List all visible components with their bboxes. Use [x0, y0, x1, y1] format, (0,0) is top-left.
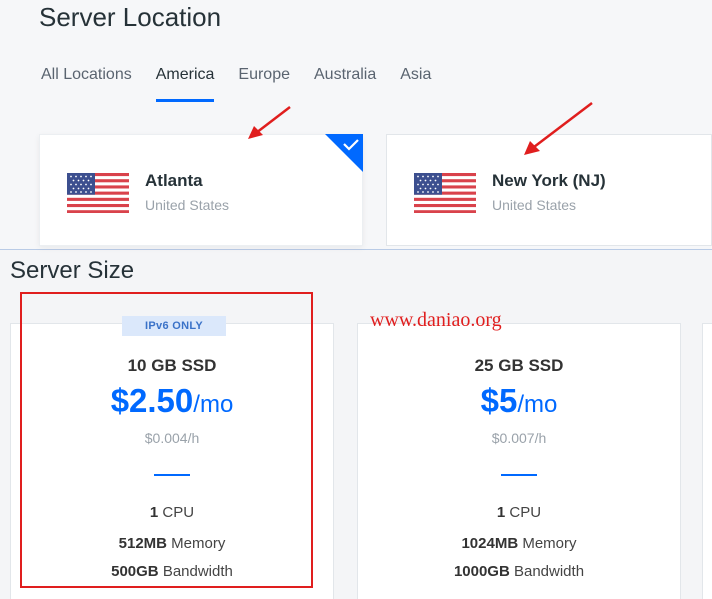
location-country: United States: [492, 197, 577, 213]
watermark-text: www.daniao.org: [370, 309, 502, 331]
plan-memory: 1024MB Memory: [358, 535, 680, 552]
cpu-label: CPU: [509, 504, 542, 521]
location-country: United States: [145, 197, 230, 213]
selected-check-icon: [325, 134, 363, 172]
plan-price: $5/mo: [358, 382, 680, 420]
memory-value: 1024MB: [461, 535, 519, 552]
plan-bandwidth: 1000GB Bandwidth: [358, 563, 680, 580]
tab-america[interactable]: America: [155, 66, 214, 102]
plan-hourly-price: $0.007/h: [491, 430, 547, 446]
tab-all-locations[interactable]: All Locations: [41, 66, 132, 102]
bandwidth-label: Bandwidth: [513, 563, 585, 580]
us-flag-icon: [414, 173, 476, 213]
server-location-panel: Server Location All Locations America Eu…: [0, 0, 712, 250]
location-name: New York (NJ): [492, 171, 606, 190]
location-tabs: All Locations America Europe Australia A…: [41, 66, 455, 102]
tab-asia[interactable]: Asia: [400, 66, 431, 102]
plan-card-partial[interactable]: [702, 323, 712, 599]
plan-cpu: 1 CPU: [358, 504, 680, 521]
cpu-value: 1: [496, 504, 506, 521]
plan-card-25gb[interactable]: 25 GB SSD $5/mo $0.007/h 1 CPU 1024MB Me…: [357, 323, 681, 599]
memory-label: Memory: [522, 535, 577, 552]
annotation-arrow-icon: [248, 106, 291, 139]
server-location-title: Server Location: [39, 2, 222, 32]
tab-europe[interactable]: Europe: [238, 66, 290, 102]
us-flag-icon: [67, 173, 129, 213]
tab-australia[interactable]: Australia: [314, 66, 376, 102]
divider: [501, 474, 537, 476]
annotation-arrow-icon: [524, 102, 593, 155]
location-name: Atlanta: [145, 171, 203, 190]
price-period: /mo: [517, 391, 558, 418]
plan-storage: 25 GB SSD: [474, 356, 564, 375]
server-size-title: Server Size: [10, 257, 135, 284]
price-amount: $5: [480, 382, 518, 419]
annotation-highlight-box: [20, 292, 313, 588]
location-card-atlanta[interactable]: Atlanta United States: [39, 134, 363, 246]
bandwidth-value: 1000GB: [453, 563, 510, 580]
